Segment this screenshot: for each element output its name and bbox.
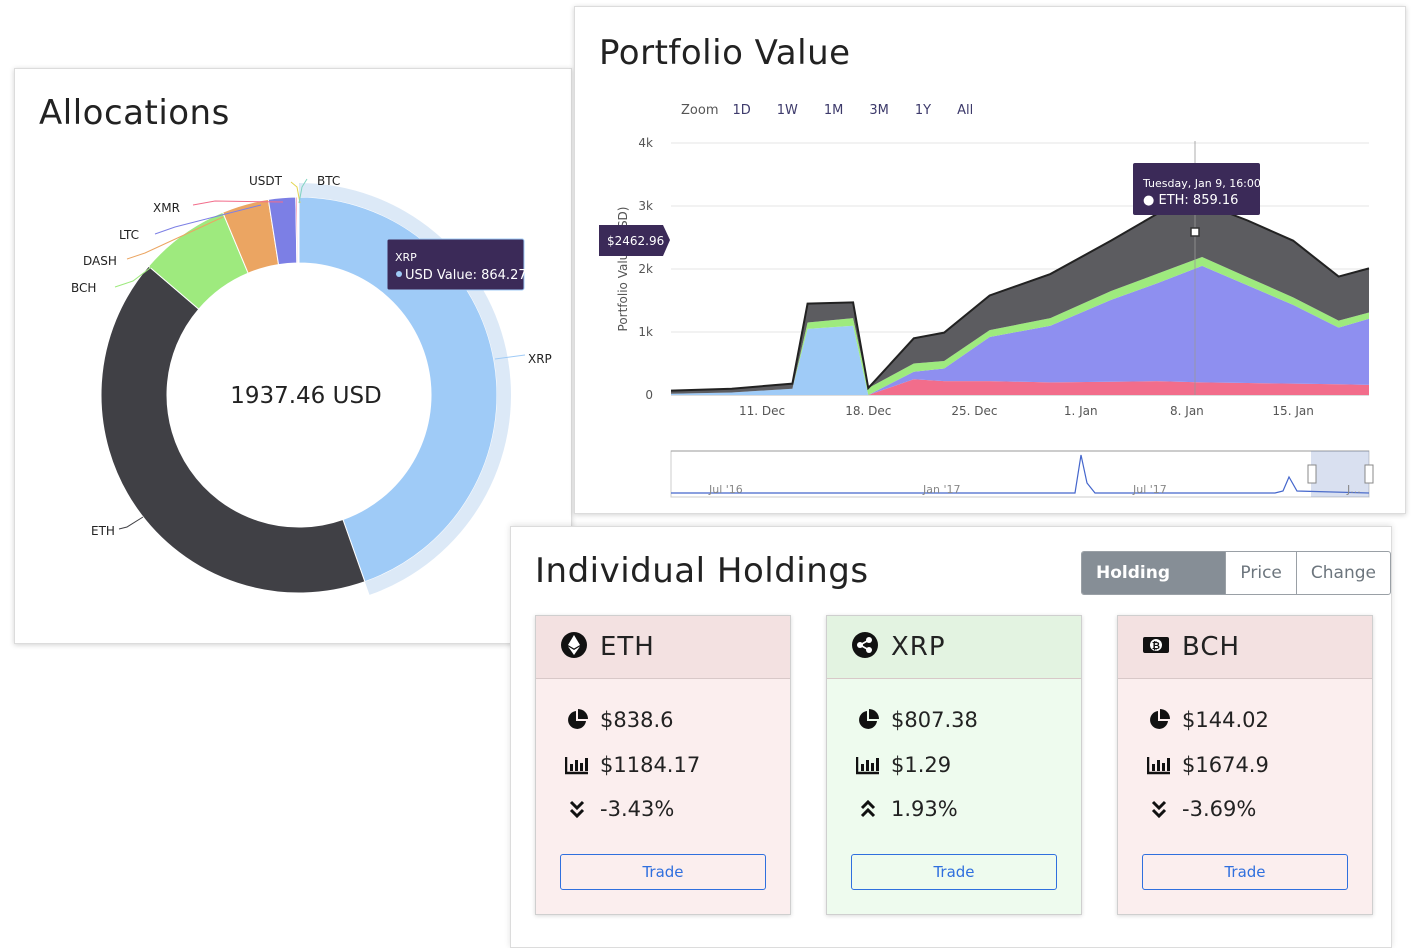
trade-button[interactable]: Trade [851, 854, 1057, 890]
coin-name: XRP [891, 632, 946, 662]
price-button[interactable]: Price [1225, 552, 1295, 594]
bar-chart-icon [1146, 754, 1172, 776]
label-xmr: XMR [153, 201, 180, 215]
price-row: $1184.17 [564, 753, 700, 777]
holding-value-row: $807.38 [855, 708, 978, 732]
holding-value: $807.38 [891, 708, 978, 732]
crosshair-value: $2462.96 [607, 234, 664, 248]
tooltip-coin: XRP [395, 251, 417, 264]
y-tick-label: 1k [638, 325, 653, 339]
holding-value-row: $144.02 [1146, 708, 1269, 732]
card-header: XRP [827, 616, 1081, 679]
change-button[interactable]: Change [1295, 552, 1390, 594]
y-tick-label: 0 [645, 388, 653, 402]
portfolio-value-panel: Portfolio Value Zoom 1D 1W 1M 3M 1Y All … [574, 6, 1406, 514]
hover-point [1190, 227, 1200, 237]
coin-name: ETH [600, 632, 655, 662]
double-chevron-up-icon [855, 798, 881, 820]
navigator-left-handle[interactable] [1307, 464, 1317, 484]
label-dash: DASH [83, 254, 117, 268]
holdings-title: Individual Holdings [535, 551, 869, 591]
change-row: 1.93% [855, 797, 958, 821]
coin-price: $1.29 [891, 753, 952, 777]
coin-change: -3.43% [600, 797, 675, 821]
label-xrp: XRP [528, 352, 552, 366]
coin-name: BCH [1182, 632, 1241, 662]
donut-slice-eth[interactable] [100, 265, 366, 594]
label-ltc: LTC [119, 228, 139, 242]
navigator-label-3: Jul '17 [1132, 483, 1167, 496]
holdings-panel: Individual Holdings Holding Size Price C… [510, 526, 1392, 948]
holding-size-button[interactable]: Holding Size [1082, 552, 1226, 594]
bar-chart-icon [564, 754, 590, 776]
portfolio-tooltip-date: Tuesday, Jan 9, 16:00 [1142, 177, 1261, 190]
pie-chart-icon [564, 709, 590, 731]
holding-value: $838.6 [600, 708, 674, 732]
allocations-donut-chart: USDT BTC XMR LTC DASH BCH XRP ETH 1937.4… [71, 174, 552, 595]
label-eth: ETH [91, 524, 115, 538]
holding-card-bch: ₿ BCH $144.02 $1674.9 -3.69% Trade [1117, 615, 1373, 915]
label-bch: BCH [71, 281, 96, 295]
navigator-label-2: Jan '17 [922, 483, 960, 496]
allocations-panel: Allocations USDT BTC XMR LTC DASH BCH XR… [14, 68, 572, 644]
x-tick-label: 25. Dec [951, 404, 997, 418]
holding-value-row: $838.6 [564, 708, 673, 732]
change-row: -3.43% [564, 797, 674, 821]
navigator-right-handle[interactable] [1364, 464, 1374, 484]
allocations-tooltip: XRP USD Value: 864.27 [386, 238, 527, 291]
holding-card-xrp: XRP $807.38 $1.29 1.93% Trade [826, 615, 1082, 915]
allocations-total: 1937.46 USD [230, 383, 382, 409]
x-tick-label: 1. Jan [1064, 404, 1098, 418]
holdings-view-toggle: Holding Size Price Change [1081, 551, 1391, 595]
tooltip-value: USD Value: 864.27 [405, 268, 527, 283]
label-usdt: USDT [249, 174, 283, 188]
ripple-icon [851, 631, 879, 663]
double-chevron-down-icon [1146, 798, 1172, 820]
leader-line-eth [118, 516, 144, 530]
trade-button[interactable]: Trade [1142, 854, 1348, 890]
y-tick-label: 4k [638, 136, 653, 150]
trade-button[interactable]: Trade [560, 854, 766, 890]
card-header: ₿ BCH [1118, 616, 1372, 679]
bar-chart-icon [855, 754, 881, 776]
x-tick-label: 18. Dec [845, 404, 891, 418]
change-row: -3.69% [1146, 797, 1256, 821]
portfolio-tooltip-value: ● ETH: 859.16 [1143, 193, 1238, 208]
portfolio-area-chart[interactable]: 0 1k 2k 3k 4k 11. Dec 18. Dec 25. Dec 1. Jan 8. … [575, 7, 1405, 513]
navigator-label-1: Jul '16 [708, 483, 743, 496]
holding-card-eth: ETH $838.6 $1184.17 -3.43% Trade [535, 615, 791, 915]
coin-change: -3.69% [1182, 797, 1257, 821]
x-tick-label: 8. Jan [1170, 404, 1204, 418]
coin-price: $1674.9 [1182, 753, 1269, 777]
navigator-label-4: J... [1346, 483, 1361, 496]
bitcoin-cash-icon: ₿ [1142, 631, 1170, 663]
y-tick-label: 3k [638, 199, 653, 213]
price-row: $1674.9 [1146, 753, 1269, 777]
donut-slice-btc[interactable] [297, 196, 300, 264]
holding-value: $144.02 [1182, 708, 1269, 732]
coin-price: $1184.17 [600, 753, 701, 777]
x-tick-label: 11. Dec [739, 404, 785, 418]
portfolio-tooltip: Tuesday, Jan 9, 16:00 ● ETH: 859.16 [1133, 163, 1261, 215]
y-tick-label: 2k [638, 262, 653, 276]
pie-chart-icon [1146, 709, 1172, 731]
x-tick-label: 15. Jan [1272, 404, 1313, 418]
navigator[interactable]: Jul '16 Jan '17 Jul '17 J... [670, 450, 1374, 498]
crosshair-y-label: $2462.96 [599, 225, 670, 256]
coin-change: 1.93% [891, 797, 958, 821]
svg-text:₿: ₿ [1152, 640, 1160, 652]
label-btc: BTC [317, 174, 340, 188]
pie-chart-icon [855, 709, 881, 731]
double-chevron-down-icon [564, 798, 590, 820]
tooltip-bullet [396, 271, 402, 277]
price-row: $1.29 [855, 753, 951, 777]
ethereum-icon [560, 631, 588, 663]
card-header: ETH [536, 616, 790, 679]
